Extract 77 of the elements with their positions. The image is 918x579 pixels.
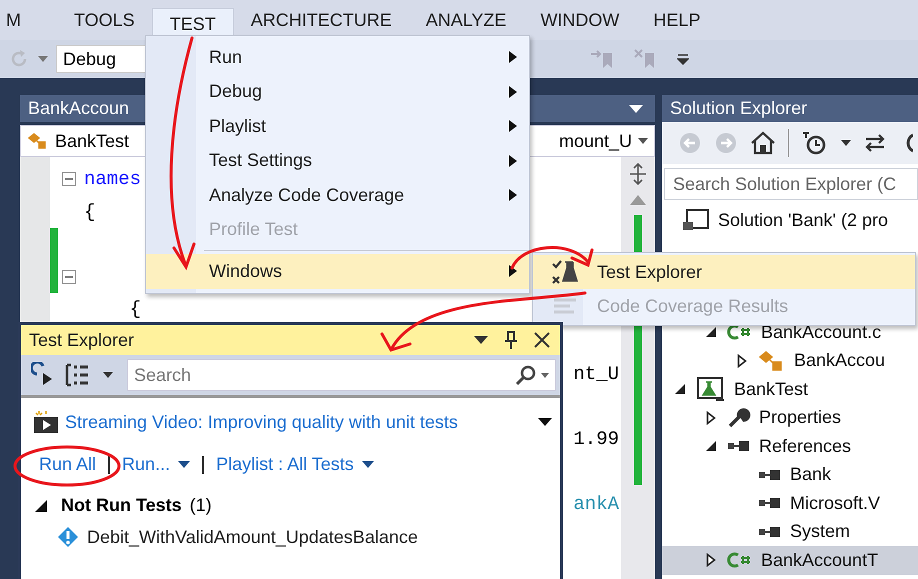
close-icon[interactable] <box>534 332 550 348</box>
expanded-icon[interactable] <box>675 384 685 394</box>
reference-icon <box>758 468 782 481</box>
document-tab[interactable]: BankAccoun <box>28 98 130 119</box>
collapse-icon[interactable] <box>62 172 76 186</box>
tree-item[interactable]: Bank <box>662 460 918 489</box>
caret-icon[interactable] <box>841 140 851 146</box>
caret-icon <box>362 461 374 468</box>
split-icon[interactable] <box>628 163 648 185</box>
menu-item[interactable]: TOOLS <box>57 0 152 40</box>
expanded-icon[interactable] <box>35 500 47 512</box>
caret-icon <box>178 461 190 468</box>
code-text: { <box>128 298 142 320</box>
menu-item[interactable]: Debug <box>146 74 529 109</box>
dropdown-link[interactable]: Run... <box>122 454 190 475</box>
coverage-icon <box>552 296 578 316</box>
caret-icon[interactable] <box>538 418 552 426</box>
group-label: Not Run Tests <box>61 495 182 516</box>
info-icon <box>57 526 79 548</box>
search-icon[interactable] <box>515 365 537 385</box>
code-text: { <box>84 200 96 223</box>
menu-item[interactable]: Windows <box>146 254 529 288</box>
collapse-icon[interactable] <box>62 270 76 284</box>
reference-icon <box>758 497 782 510</box>
overflow-icon[interactable] <box>677 53 689 65</box>
caret-icon[interactable] <box>103 372 113 378</box>
tree-item[interactable]: BankTest <box>662 375 918 404</box>
search-field[interactable]: Search Solution Explorer (C <box>664 168 918 200</box>
test-explorer-icon <box>551 259 579 285</box>
csharp-file-icon <box>727 551 753 570</box>
caret-icon[interactable] <box>474 336 488 344</box>
caret-icon[interactable] <box>629 104 643 112</box>
tree-item-selected[interactable]: BankAccountT <box>662 546 918 574</box>
type-dropdown[interactable]: BankTest <box>27 130 130 152</box>
tree-item[interactable]: Microsoft.V <box>662 489 918 518</box>
video-icon <box>33 410 59 434</box>
search-field[interactable]: Search <box>127 359 556 391</box>
menu-item[interactable]: Playlist <box>146 109 529 144</box>
menu-item[interactable]: HELP <box>636 0 718 40</box>
tree-item[interactable]: Properties <box>662 404 918 432</box>
wrench-icon <box>727 406 751 429</box>
menu-item[interactable]: Analyze Code Coverage <box>146 178 529 212</box>
csharp-file-icon <box>727 323 753 342</box>
collapsed-icon[interactable] <box>737 354 747 368</box>
code-text: nt_U <box>573 363 619 386</box>
tree-item[interactable]: System <box>662 518 918 546</box>
group-count: (1) <box>190 495 212 516</box>
caret-icon <box>638 138 648 144</box>
tree-item[interactable]: References <box>662 432 918 460</box>
code-text: ankA <box>573 493 619 516</box>
class-icon <box>27 132 49 150</box>
menu-item[interactable]: M <box>0 0 57 40</box>
reference-icon <box>758 526 782 538</box>
home-icon[interactable] <box>750 131 776 155</box>
test-item[interactable]: Debit_WithValidAmount_UpdatesBalance <box>33 526 552 548</box>
sync-icon[interactable] <box>863 132 887 154</box>
member-dropdown[interactable]: mount_U <box>558 130 648 152</box>
test-group-header[interactable]: Not Run Tests (1) <box>33 495 552 516</box>
collapsed-icon[interactable] <box>706 410 716 425</box>
test-project-icon <box>696 376 726 402</box>
expanded-icon[interactable] <box>706 327 716 338</box>
code-text: 1.99 <box>573 428 619 450</box>
menu-item[interactable]: Test Explorer <box>533 255 915 289</box>
menu-item[interactable]: WINDOW <box>523 0 636 40</box>
pin-icon[interactable] <box>504 330 518 350</box>
collapsed-icon[interactable] <box>706 553 716 568</box>
run-all-link[interactable]: Run All <box>39 454 96 475</box>
expanded-icon[interactable] <box>706 441 716 452</box>
tree-item[interactable]: BankAccou <box>662 346 918 375</box>
panel-title: Solution Explorer <box>662 95 918 122</box>
video-link[interactable]: Streaming Video: Improving quality with unit tests <box>65 412 458 432</box>
window-title: Test Explorer <box>29 330 134 350</box>
code-keyword: names <box>84 168 142 190</box>
reference-icon <box>727 440 751 452</box>
menu-item[interactable]: Test Settings <box>146 144 529 178</box>
dropdown-link[interactable]: Playlist : All Tests <box>216 454 374 475</box>
tree-item[interactable]: Solution 'Bank' (2 pro <box>662 206 918 234</box>
